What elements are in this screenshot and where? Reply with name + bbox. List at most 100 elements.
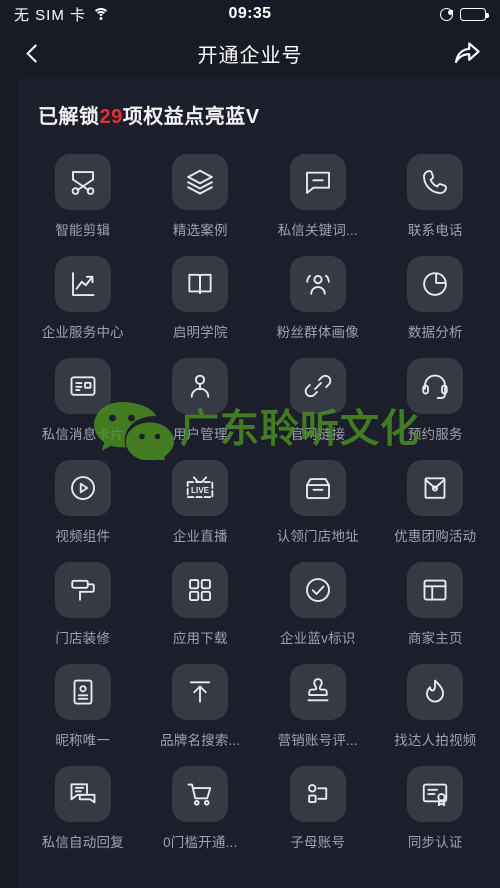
envelope-icon: [407, 460, 464, 516]
benefit-item[interactable]: 昵称唯一: [24, 655, 142, 757]
benefit-item[interactable]: 营销账号评...: [259, 655, 377, 757]
benefit-label: 企业服务中心: [41, 325, 124, 340]
benefit-item[interactable]: 联系电话: [377, 145, 495, 247]
benefit-item[interactable]: 视频组件: [24, 451, 142, 553]
benefit-label: 粉丝群体画像: [276, 325, 359, 340]
paint-roller-icon: [54, 562, 111, 618]
page-title: 开通企业号: [197, 44, 303, 67]
benefit-item[interactable]: 智能剪辑: [24, 145, 142, 247]
benefit-item[interactable]: 同步认证: [377, 757, 495, 859]
pie-chart-icon: [407, 256, 464, 312]
benefit-label: 同步认证: [407, 835, 463, 850]
benefit-label: 视频组件: [55, 529, 111, 544]
chat-bubbles-icon: [54, 766, 111, 822]
benefit-label: 门店装修: [55, 631, 111, 646]
benefit-item[interactable]: 认领门店地址: [259, 451, 377, 553]
benefit-label: 子母账号: [290, 835, 346, 850]
benefit-item[interactable]: 用户管理: [142, 349, 260, 451]
benefit-label: 精选案例: [172, 223, 228, 238]
id-card-icon: [54, 358, 111, 414]
benefit-label: 数据分析: [407, 325, 463, 340]
live-tv-icon: LIVE: [172, 460, 229, 516]
content-panel: 已解锁29项权益点亮蓝V 智能剪辑 精选案例 私信关键词... 联系电话企业服务中心 启…: [18, 78, 500, 888]
benefit-item[interactable]: 应用下载: [142, 553, 260, 655]
benefit-item[interactable]: 私信关键词...: [259, 145, 377, 247]
share-button[interactable]: [450, 36, 484, 70]
scissors-icon: [54, 154, 111, 210]
benefit-label: 官网链接: [290, 427, 346, 442]
check-circle-icon: [289, 562, 346, 618]
benefit-item[interactable]: 企业服务中心: [24, 247, 142, 349]
benefit-item[interactable]: 官网链接: [259, 349, 377, 451]
heading-prefix: 已解锁: [38, 106, 100, 128]
benefit-label: 找达人拍视频: [394, 733, 477, 748]
benefit-item[interactable]: 0门槛开通...: [142, 757, 260, 859]
benefit-label: 应用下载: [172, 631, 228, 646]
play-circle-icon: [54, 460, 111, 516]
carrier-label: 无 SIM 卡: [14, 6, 87, 24]
svg-text:LIVE: LIVE: [191, 486, 210, 495]
status-bar-right: [440, 7, 489, 21]
arrow-up-bar-icon: [172, 664, 229, 720]
benefit-item[interactable]: 精选案例: [142, 145, 260, 247]
benefit-item[interactable]: 找达人拍视频: [377, 655, 495, 757]
stamp-icon: [289, 664, 346, 720]
benefit-label: 优惠团购活动: [394, 529, 477, 544]
benefit-item[interactable]: 启明学院: [142, 247, 260, 349]
share-arrow-icon: [454, 42, 480, 64]
headset-icon: [407, 358, 464, 414]
benefit-item[interactable]: 粉丝群体画像: [259, 247, 377, 349]
wifi-icon: [92, 7, 110, 21]
location-services-icon: [440, 7, 453, 21]
benefit-label: 用户管理: [172, 427, 228, 442]
link-icon: [289, 358, 346, 414]
layout-page-icon: [407, 562, 464, 618]
unlocked-heading: 已解锁29项权益点亮蓝V: [38, 100, 500, 129]
benefit-item[interactable]: 数据分析: [377, 247, 495, 349]
benefit-label: 认领门店地址: [276, 529, 359, 544]
benefit-label: 品牌名搜索...: [160, 733, 241, 748]
node-hierarchy-icon: [289, 766, 346, 822]
line-chart-icon: [54, 256, 111, 312]
shopping-cart-icon: [172, 766, 229, 822]
benefit-label: 智能剪辑: [55, 223, 111, 238]
benefit-item[interactable]: 门店装修: [24, 553, 142, 655]
benefit-label: 商家主页: [407, 631, 463, 646]
benefit-label: 私信关键词...: [277, 223, 358, 238]
benefit-item[interactable]: 优惠团购活动: [377, 451, 495, 553]
benefit-label: 启明学院: [172, 325, 228, 340]
benefit-label: 联系电话: [407, 223, 463, 238]
layers-icon: [172, 154, 229, 210]
benefit-label: 私信消息卡片: [41, 427, 124, 442]
benefit-item[interactable]: 私信自动回复: [24, 757, 142, 859]
flame-icon: [407, 664, 464, 720]
status-bar: 无 SIM 卡 09:35: [0, 0, 500, 28]
benefit-label: 0门槛开通...: [163, 835, 238, 850]
user-group-icon: [289, 256, 346, 312]
back-button[interactable]: [16, 36, 50, 70]
phone-icon: [407, 154, 464, 210]
benefit-item[interactable]: 商家主页: [377, 553, 495, 655]
benefit-item[interactable]: 子母账号: [259, 757, 377, 859]
open-book-icon: [172, 256, 229, 312]
storefront-icon: [289, 460, 346, 516]
benefit-item[interactable]: 品牌名搜索...: [142, 655, 260, 757]
benefit-label: 预约服务: [407, 427, 463, 442]
benefit-item[interactable]: 私信消息卡片: [24, 349, 142, 451]
battery-full-icon: [460, 7, 489, 21]
status-bar-left: 无 SIM 卡: [14, 4, 110, 25]
chat-bubble-minus-icon: [289, 154, 346, 210]
certificate-icon: [407, 766, 464, 822]
heading-suffix: 项权益点亮蓝V: [122, 106, 260, 128]
benefit-label: 企业蓝v标识: [280, 631, 356, 646]
navigation-bar: 开通企业号: [0, 28, 500, 78]
id-badge-icon: [54, 664, 111, 720]
person-icon: [172, 358, 229, 414]
benefit-label: 私信自动回复: [41, 835, 124, 850]
benefits-grid: 智能剪辑 精选案例 私信关键词... 联系电话企业服务中心 启明学院 粉丝群体画像 数据分析…: [18, 137, 500, 859]
benefit-label: 企业直播: [172, 529, 228, 544]
benefit-item[interactable]: LIVE 企业直播: [142, 451, 260, 553]
back-chevron-icon: [25, 43, 45, 63]
benefit-item[interactable]: 企业蓝v标识: [259, 553, 377, 655]
benefit-item[interactable]: 预约服务: [377, 349, 495, 451]
